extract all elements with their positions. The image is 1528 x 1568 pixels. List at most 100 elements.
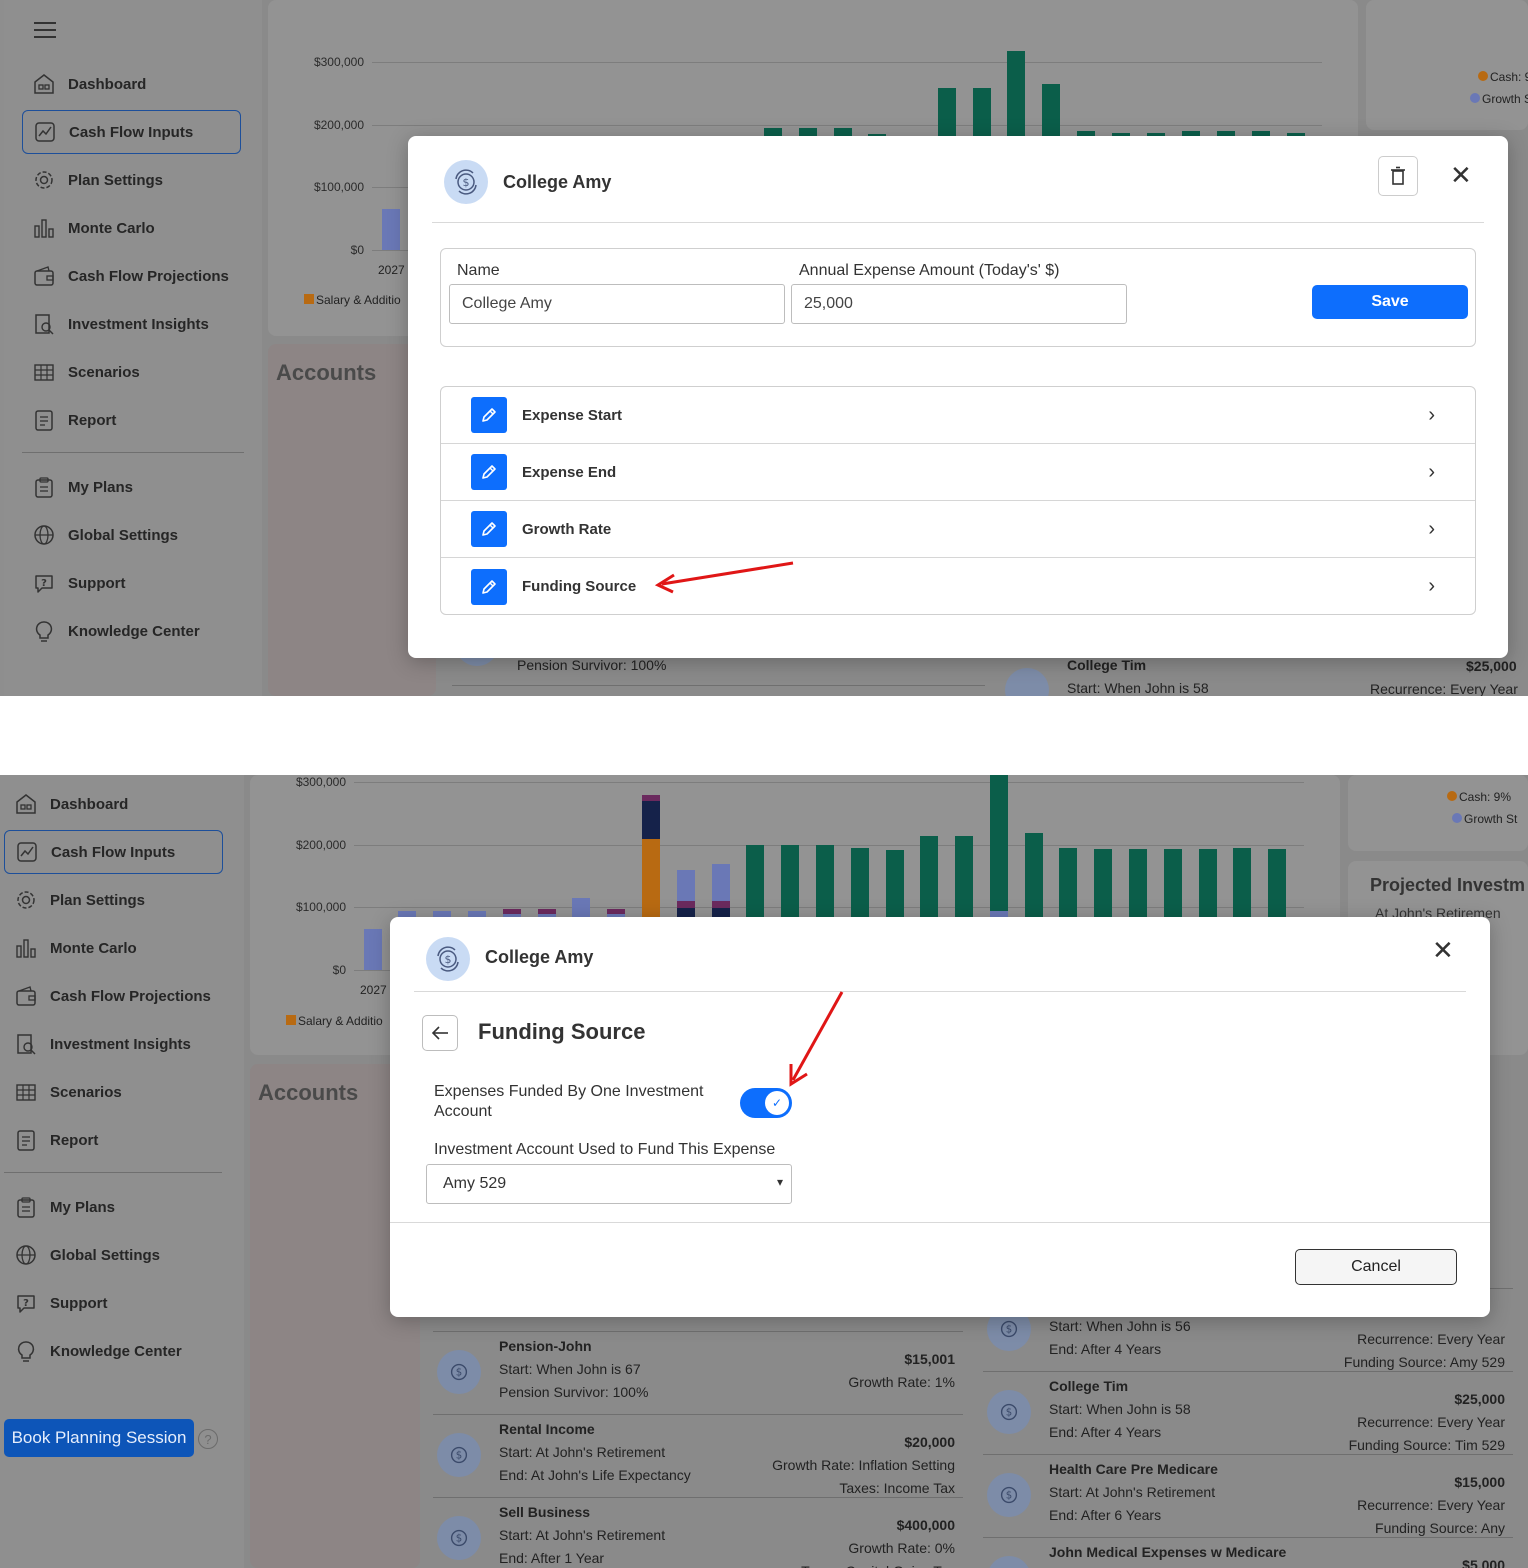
sidebar-item-cash-flow-projections[interactable]: Cash Flow Projections [32, 254, 252, 298]
sidebar-item-knowledge-center[interactable]: Knowledge Center [14, 1329, 234, 1373]
list-divider [452, 685, 985, 686]
scenarios-icon [32, 360, 56, 384]
pencil-icon [471, 454, 507, 490]
item-amount: $15,000 [1454, 1474, 1505, 1490]
accounts-title: Accounts [258, 1080, 359, 1105]
item-meta: Recurrence: Every Year [1357, 1414, 1505, 1430]
list-item[interactable]: $ Pension-John Start: When John is 67 Pensi… [433, 1331, 963, 1414]
modal-title: College Amy [503, 172, 612, 192]
chart-bar [712, 901, 730, 908]
sidebar-item-monte-carlo[interactable]: Monte Carlo [14, 926, 234, 970]
y-tick-label: $0 [332, 962, 346, 977]
modal-header-divider [414, 991, 1466, 992]
item-title: John Medical Expenses w Medicare [1049, 1544, 1287, 1560]
sidebar-item-dashboard[interactable]: Dashboard [32, 62, 252, 106]
expense-fields-card: Name College Amy Annual Expense Amount (… [440, 248, 1476, 347]
item-start: Start: When John is 67 [499, 1361, 641, 1377]
sidebar-item-scenarios[interactable]: Scenarios [32, 350, 252, 394]
list-item[interactable]: $ Sell Business Start: At John's Retiremen… [433, 1497, 963, 1568]
settings-row-expense-start[interactable]: Expense Start › [441, 387, 1475, 444]
sidebar-divider [4, 1172, 222, 1173]
sidebar-item-investment-insights[interactable]: Investment Insights [14, 1022, 234, 1066]
sidebar-item-plan-settings[interactable]: Plan Settings [32, 158, 252, 202]
sidebar-item-label: Knowledge Center [50, 1342, 182, 1360]
sidebar-item-report[interactable]: Report [32, 398, 252, 442]
item-amount: $25,000 [1454, 1391, 1505, 1407]
college-tim-start: Start: When John is 58 [1067, 680, 1209, 696]
settings-row-label: Expense End [522, 463, 617, 481]
sidebar-item-report[interactable]: Report [14, 1118, 234, 1162]
settings-row-label: Growth Rate [522, 520, 612, 538]
sidebar-item-cash-flow-inputs[interactable]: Cash Flow Inputs [22, 110, 241, 154]
hamburger-menu-icon[interactable] [34, 22, 56, 38]
item-end: End: At John's Life Expectancy [499, 1467, 691, 1483]
list-item[interactable]: $ Health Care Pre Medicare Start: At John'… [983, 1454, 1513, 1537]
item-meta: Funding Source: Any [1375, 1520, 1505, 1536]
cash-flow-inputs-icon [15, 840, 39, 864]
amount-input[interactable]: 25,000 [791, 284, 1127, 324]
bottom-screenshot-panel: Dashboard Cash Flow Inputs Plan Settings Mo… [0, 775, 1528, 1568]
legend-growth: Growth St [1452, 812, 1517, 826]
sidebar-item-my-plans[interactable]: My Plans [14, 1185, 234, 1229]
report-icon [14, 1128, 38, 1152]
help-icon[interactable]: ? [198, 1429, 218, 1449]
sidebar-item-label: Plan Settings [50, 891, 146, 909]
item-end: End: After 4 Years [1049, 1341, 1162, 1357]
svg-text:$: $ [445, 953, 452, 966]
save-button[interactable]: Save [1312, 285, 1468, 319]
sidebar-item-investment-insights[interactable]: Investment Insights [32, 302, 252, 346]
annotation-arrow [654, 561, 794, 594]
sidebar-item-plan-settings[interactable]: Plan Settings [14, 878, 234, 922]
sidebar-item-cash-flow-projections[interactable]: Cash Flow Projections [14, 974, 234, 1018]
money-exchange-icon: $ [987, 1390, 1031, 1434]
sidebar-item-label: My Plans [50, 1198, 116, 1216]
sidebar-item-label: Cash Flow Inputs [69, 123, 194, 141]
globe-icon [32, 523, 56, 547]
x-tick-label: 2027 [378, 263, 405, 277]
sidebar-item-dashboard[interactable]: Dashboard [14, 782, 234, 826]
book-planning-session-button[interactable]: Book Planning Session [4, 1419, 194, 1457]
sidebar-item-global-settings[interactable]: Global Settings [14, 1233, 234, 1277]
close-icon[interactable]: ✕ [1450, 162, 1472, 188]
sidebar-item-knowledge-center[interactable]: Knowledge Center [32, 609, 252, 653]
sidebar-item-my-plans[interactable]: My Plans [32, 465, 252, 509]
sidebar-item-global-settings[interactable]: Global Settings [32, 513, 252, 557]
item-end: Pension Survivor: 100% [499, 1384, 649, 1400]
cancel-button[interactable]: Cancel [1295, 1249, 1457, 1285]
sidebar-item-label: Report [68, 411, 117, 429]
check-icon: ✓ [765, 1091, 789, 1115]
allocation-card [1366, 0, 1528, 130]
list-item[interactable]: $ John Medical Expenses w Medicare $5,000 [983, 1537, 1513, 1568]
y-tick-label: $100,000 [295, 900, 346, 914]
y-tick-label: $200,000 [295, 837, 346, 852]
sidebar-item-cash-flow-inputs[interactable]: Cash Flow Inputs [4, 830, 223, 874]
sidebar-item-monte-carlo[interactable]: Monte Carlo [32, 206, 252, 250]
back-button[interactable] [422, 1015, 458, 1051]
list-item[interactable]: $ Rental Income Start: At John's Retiremen… [433, 1414, 963, 1497]
sidebar-item-support[interactable]: ? Support [32, 561, 252, 605]
list-item[interactable]: $ College Tim Start: When John is 58 End: A… [983, 1371, 1513, 1454]
item-end: End: After 4 Years [1049, 1424, 1162, 1440]
settings-row-funding-source[interactable]: Funding Source › [441, 558, 1475, 614]
sidebar-item-scenarios[interactable]: Scenarios [14, 1070, 234, 1114]
sidebar-item-label: Investment Insights [50, 1035, 191, 1053]
settings-row-expense-end[interactable]: Expense End › [441, 444, 1475, 501]
item-meta: Funding Source: Tim 529 [1348, 1437, 1505, 1453]
sidebar-item-label: My Plans [68, 478, 134, 496]
chevron-right-icon: › [1428, 575, 1435, 597]
money-exchange-icon: $ [987, 1473, 1031, 1517]
expense-edit-modal: $ College Amy ✕ Name College Amy Annual … [408, 136, 1508, 658]
legend-cash: Cash: 9% [1478, 70, 1528, 84]
item-start: Start: When John is 56 [1049, 1318, 1191, 1334]
name-input[interactable]: College Amy [449, 284, 785, 324]
item-start: Start: At John's Retirement [1049, 1484, 1216, 1500]
trash-icon [1391, 166, 1405, 185]
modal-footer-divider [390, 1222, 1490, 1223]
investment-account-select[interactable]: Amy 529 ▾ [426, 1164, 792, 1204]
delete-button[interactable] [1378, 156, 1418, 196]
settings-row-growth-rate[interactable]: Growth Rate › [441, 501, 1475, 558]
sidebar-item-support[interactable]: ? Support [14, 1281, 234, 1325]
grid-line [354, 782, 1304, 783]
fund-one-account-toggle[interactable]: ✓ [740, 1088, 792, 1118]
close-icon[interactable]: ✕ [1432, 937, 1454, 963]
